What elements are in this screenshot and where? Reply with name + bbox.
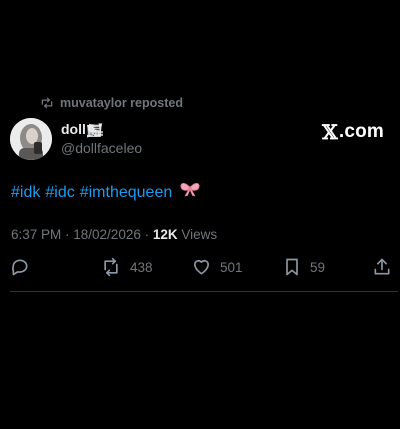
views-count: 12K — [152, 227, 178, 242]
repost-count: 438 — [130, 259, 153, 275]
repost-small-icon — [40, 96, 54, 110]
tweet-body: #idk #idc #imthequeen — [11, 181, 201, 204]
tweet-card[interactable]: muvataylor reposted doll𒂐 @dollfaceleo 𝕏… — [0, 0, 400, 292]
views-label: Views — [181, 227, 218, 242]
like-count: 501 — [220, 259, 243, 275]
repost-icon — [100, 257, 122, 277]
tweet-meta: 6:37 PM · 18/02/2026 · 12K Views — [11, 227, 217, 242]
repost-context[interactable]: muvataylor reposted — [40, 95, 183, 111]
divider — [10, 291, 398, 292]
action-bar: 438 501 59 — [0, 255, 400, 279]
reply-button[interactable] — [10, 255, 38, 279]
brand-suffix: .com — [338, 121, 384, 142]
timestamp[interactable]: 6:37 PM · 18/02/2026 · — [11, 227, 149, 242]
author-block[interactable]: doll𒂐 @dollfaceleo — [61, 121, 142, 157]
repost-button[interactable]: 438 — [100, 255, 153, 279]
x-logo: 𝕏 .com — [322, 120, 384, 144]
hashtag-link[interactable]: #imthequeen — [80, 182, 173, 204]
hashtag-link[interactable]: #idc — [45, 182, 74, 204]
author-display-name[interactable]: doll𒂐 — [61, 121, 142, 138]
share-icon — [372, 257, 392, 277]
ribbon-emoji — [179, 181, 201, 204]
avatar[interactable] — [10, 118, 52, 160]
reply-icon — [10, 257, 30, 277]
x-icon: 𝕏 — [322, 120, 338, 144]
repost-context-label: muvataylor reposted — [60, 96, 183, 110]
share-button[interactable] — [372, 255, 392, 279]
author-handle[interactable]: @dollfaceleo — [61, 140, 142, 157]
bookmark-icon — [282, 257, 302, 277]
bookmark-count: 59 — [310, 259, 326, 275]
bookmark-button[interactable]: 59 — [282, 255, 325, 279]
heart-icon — [191, 257, 212, 277]
like-button[interactable]: 501 — [191, 255, 243, 279]
hashtag-link[interactable]: #idk — [11, 182, 40, 204]
